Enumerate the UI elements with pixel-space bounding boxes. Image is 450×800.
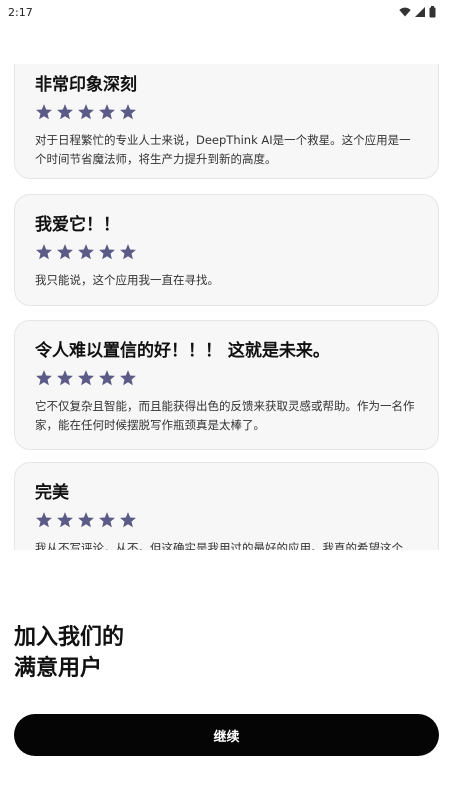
continue-button[interactable]: 继续 bbox=[14, 714, 439, 756]
review-title: 非常印象深刻 bbox=[35, 75, 137, 95]
star-icon bbox=[99, 104, 115, 120]
join-heading: 加入我们的 满意用户 bbox=[14, 622, 314, 684]
star-icon bbox=[78, 370, 94, 386]
status-time: 2:17 bbox=[8, 5, 33, 19]
review-card: 令人难以置信的好！！！ 这就是未来。 它不仅复杂且智能，而且能获得出色的反馈来获… bbox=[14, 320, 439, 450]
star-icon bbox=[57, 104, 73, 120]
star-icon bbox=[36, 512, 52, 528]
review-body: 对于日程繁忙的专业人士来说，DeepThink AI是一个救星。这个应用是一个时… bbox=[35, 133, 411, 166]
review-body: 我从不写评论，从不。但这确实是我用过的最好的应用。我真的希望这个 bbox=[35, 541, 403, 550]
star-rating bbox=[35, 369, 418, 389]
star-icon bbox=[120, 244, 136, 260]
star-icon bbox=[57, 370, 73, 386]
star-icon bbox=[120, 370, 136, 386]
wifi-icon bbox=[399, 7, 411, 17]
star-icon bbox=[57, 512, 73, 528]
star-icon bbox=[36, 104, 52, 120]
review-title: 令人难以置信的好！！！ 这就是未来。 bbox=[35, 341, 330, 361]
star-icon bbox=[99, 370, 115, 386]
star-rating bbox=[35, 103, 418, 123]
signal-icon bbox=[415, 7, 425, 17]
star-icon bbox=[36, 244, 52, 260]
review-card: 非常印象深刻 对于日程繁忙的专业人士来说，DeepThink AI是一个救星。这… bbox=[14, 64, 439, 179]
star-rating bbox=[35, 511, 418, 531]
battery-icon bbox=[429, 6, 436, 18]
star-icon bbox=[36, 370, 52, 386]
status-icons bbox=[399, 6, 436, 18]
join-heading-line1: 加入我们的 bbox=[14, 625, 125, 650]
star-icon bbox=[99, 512, 115, 528]
star-icon bbox=[78, 104, 94, 120]
reviews-list[interactable]: 非常印象深刻 对于日程繁忙的专业人士来说，DeepThink AI是一个救星。这… bbox=[0, 64, 450, 550]
review-body: 它不仅复杂且智能，而且能获得出色的反馈来获取灵感或帮助。作为一名作家，能在任何时… bbox=[35, 399, 415, 432]
star-icon bbox=[99, 244, 115, 260]
star-icon bbox=[120, 104, 136, 120]
star-icon bbox=[78, 512, 94, 528]
star-icon bbox=[57, 244, 73, 260]
status-bar: 2:17 bbox=[0, 0, 450, 24]
review-title: 我爱它！！ bbox=[35, 215, 120, 235]
review-card: 完美 我从不写评论，从不。但这确实是我用过的最好的应用。我真的希望这个 bbox=[14, 462, 439, 550]
join-heading-line2: 满意用户 bbox=[14, 656, 103, 681]
review-title: 完美 bbox=[35, 483, 69, 503]
star-icon bbox=[78, 244, 94, 260]
star-icon bbox=[120, 512, 136, 528]
star-rating bbox=[35, 243, 418, 263]
review-card: 我爱它！！ 我只能说，这个应用我一直在寻找。 bbox=[14, 194, 439, 306]
review-body: 我只能说，这个应用我一直在寻找。 bbox=[35, 273, 219, 287]
